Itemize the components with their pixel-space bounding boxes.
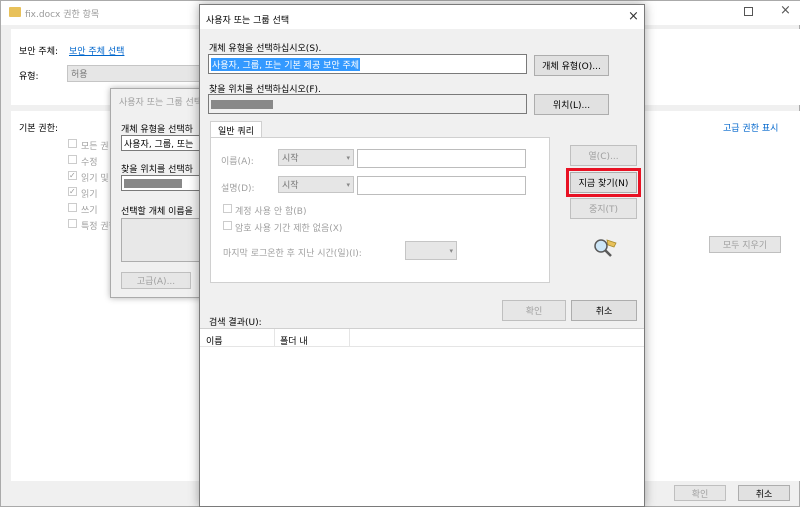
find-now-button[interactable]: 지금 찾기(N) [566,168,641,197]
close-icon[interactable]: × [780,3,791,18]
maximize-icon[interactable] [744,7,753,16]
columns-button[interactable]: 열(C)... [570,145,637,166]
show-advanced-link[interactable]: 고급 권한 표시 [723,121,778,134]
permission-label: 수정 [81,158,98,168]
description-operator-select[interactable]: 시작 ▾ [278,176,354,193]
object-type-value: 사용자, 그룹, 또는 기본 제공 보안 주체 [211,57,361,71]
window-title: fix.docx 권한 항목 [25,10,100,20]
column-header-folder[interactable]: 폴더 내 [280,334,308,347]
name-label: 이름(A): [221,157,254,167]
search-icon [594,239,617,257]
disabled-accounts-checkbox[interactable] [223,204,232,213]
days-since-logon-label: 마지막 로그온한 후 지난 시간(일)(I): [223,249,362,259]
mid-object-type-label: 개체 유형을 선택하 [121,125,193,135]
redacted-location-bar [124,178,182,188]
type-value: 허용 [71,70,88,80]
object-type-field: 사용자, 그룹, 또는 기본 제공 보안 주체 [208,54,527,74]
days-since-logon-select[interactable]: ▾ [405,241,457,260]
clear-all-button[interactable]: 모두 지우기 [709,236,781,253]
close-icon[interactable]: × [628,9,639,24]
cancel-button[interactable]: 취소 [571,300,637,321]
mid-location-label: 찾을 위치를 선택하 [121,165,193,175]
object-types-button[interactable]: 개체 유형(O)... [534,55,609,76]
search-results-list[interactable]: 이름 폴더 내 [200,328,644,506]
principal-label: 보안 주체: [19,47,59,57]
object-type-label: 개체 유형을 선택하십시오(S). [209,44,322,54]
permission-checkbox[interactable] [68,203,77,212]
basic-permissions-label: 기본 권한: [19,124,59,134]
column-header-name[interactable]: 이름 [206,334,223,347]
non-expiring-label: 암호 사용 기간 제한 없음(X) [235,224,343,234]
mid-dialog-title: 사용자 또는 그룹 선택 [119,98,203,108]
folder-icon [9,7,21,17]
column-divider [349,329,350,347]
locations-button[interactable]: 위치(L)... [534,94,609,115]
column-divider [274,329,275,347]
type-label: 유형: [19,72,39,82]
permission-checkbox[interactable] [68,139,77,148]
name-input[interactable] [357,149,526,168]
stop-button[interactable]: 중지(T) [570,198,637,219]
non-expiring-checkbox[interactable] [223,221,232,230]
dialog-title: 사용자 또는 그룹 선택 [206,16,290,26]
permission-label: 모든 권 [81,142,109,152]
select-users-dialog: 사용자 또는 그룹 선택 × 개체 유형을 선택하십시오(S). 사용자, 그룹… [199,4,645,507]
type-select[interactable]: 허용 [67,65,207,82]
name-operator-select[interactable]: 시작 ▾ [278,149,354,166]
search-results-label: 검색 결과(U): [209,318,262,328]
mid-advanced-button[interactable]: 고급(A)... [121,272,191,289]
permission-label: 쓰기 [81,206,98,216]
mid-enter-names-label: 선택할 개체 이름을 [121,207,193,217]
permission-label: 읽기 [81,190,98,200]
select-principal-link[interactable]: 보안 주체 선택 [69,44,124,57]
dialog-title-bar: 사용자 또는 그룹 선택 × [200,5,644,29]
permission-checkbox[interactable]: ✓ [68,187,77,196]
description-label: 설명(D): [221,184,255,194]
permission-checkbox[interactable] [68,155,77,164]
permission-checkbox[interactable]: ✓ [68,171,77,180]
results-header: 이름 폴더 내 [200,329,644,347]
location-field [208,94,527,114]
redacted-location-bar [211,99,273,109]
permission-label: 읽기 및 [81,174,109,184]
description-input[interactable] [357,176,526,195]
bg-cancel-button[interactable]: 취소 [738,485,790,501]
disabled-accounts-label: 계정 사용 안 함(B) [235,207,307,217]
tab-common-queries[interactable]: 일반 쿼리 [210,121,262,138]
ok-button[interactable]: 확인 [502,300,566,321]
permission-checkbox[interactable] [68,219,77,228]
common-queries-panel: 이름(A): 시작 ▾ 설명(D): 시작 ▾ 계정 사용 안 함(B) 암호 사용… [210,137,550,283]
bg-ok-button[interactable]: 확인 [674,485,726,501]
